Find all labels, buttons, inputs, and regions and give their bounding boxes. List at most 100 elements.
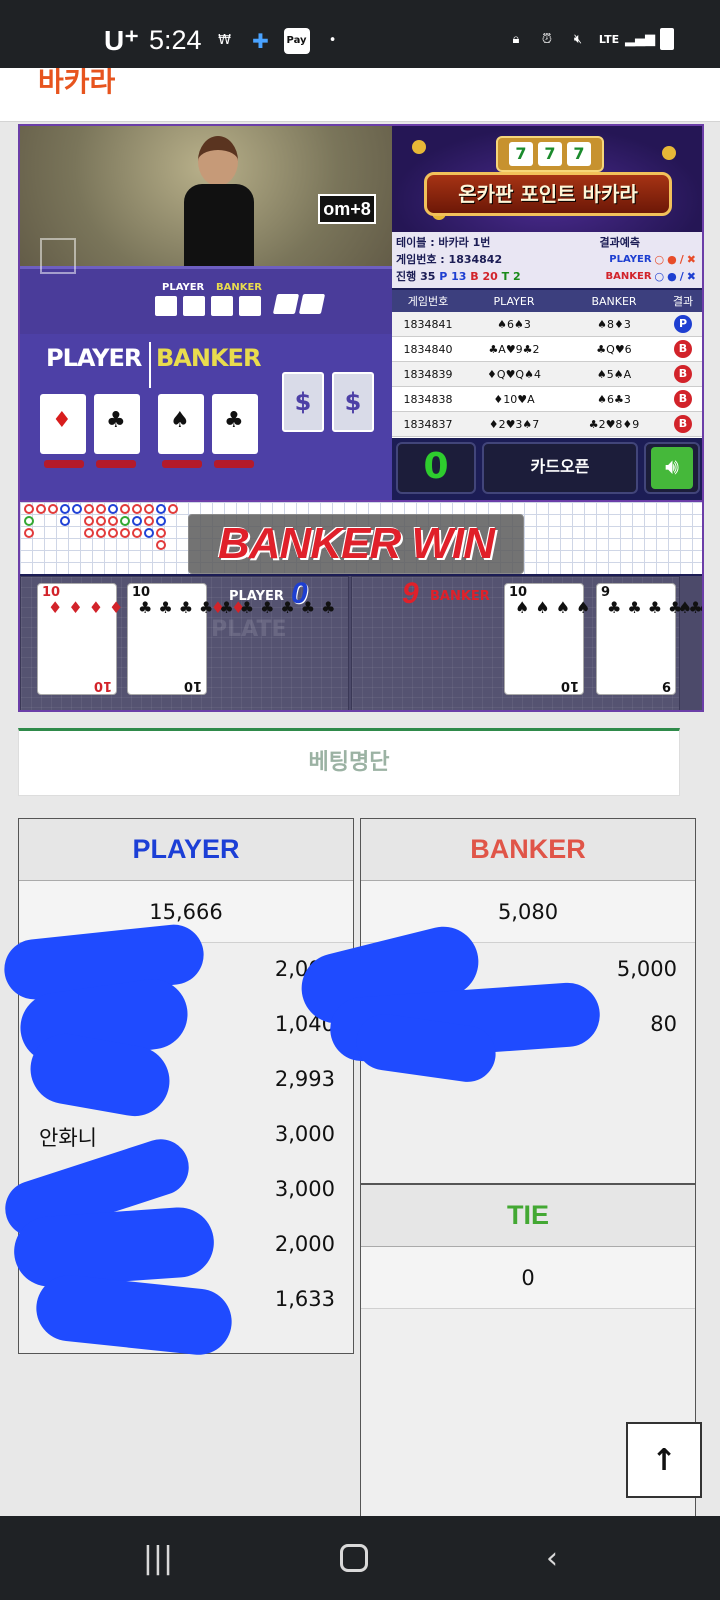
history-row: 1834840 ♣A♥9♣2 ♣Q♥6 B — [392, 337, 702, 362]
game-controls: 0 카드오픈 🔊︎ — [392, 438, 702, 500]
card-holder — [162, 460, 202, 468]
betting-list-title: 베팅명단 — [18, 728, 680, 796]
clock: 5:24 — [149, 25, 202, 55]
progress-count: 진행 35 — [396, 270, 436, 283]
card-shoe — [40, 238, 76, 274]
bead-road-mark — [120, 504, 130, 514]
scroll-top-button[interactable]: ↑ — [626, 1422, 702, 1498]
bead-road-mark — [60, 516, 70, 526]
slot-reel: 7 — [538, 142, 562, 166]
tie-count: T 2 — [501, 270, 521, 283]
bead-road-mark — [168, 504, 178, 514]
circle-outline-icon[interactable]: ○ — [655, 268, 665, 285]
overlay-banker-label: BANKER — [156, 344, 261, 372]
history-row: 1834837 ♦2♥3♠7 ♣2♥8♦9 B — [392, 412, 702, 437]
bead-road-mark — [156, 504, 166, 514]
alarm-icon: ⏰︎ — [541, 31, 553, 47]
bet-amount: 80 — [650, 1012, 677, 1036]
count-display: 0 — [396, 442, 476, 494]
history-col-result: 결과 — [672, 295, 694, 308]
bead-road-mark — [84, 516, 94, 526]
banner-title: 온카판 포인트 바카라 — [424, 172, 672, 216]
win-banner: BANKER WIN — [188, 514, 524, 574]
card-overlay: PLAYER BANKER $ $ — [20, 334, 392, 500]
bead-road-mark — [120, 516, 130, 526]
history-banker-cards: ♠5♠A — [596, 367, 632, 381]
recent-apps-button[interactable]: ||| — [128, 1536, 188, 1580]
card-rank: 10 — [183, 678, 202, 693]
player-card: 10♦♦♦♦♦♦♦♦♦♦10 — [37, 583, 245, 695]
player-column-header: PLAYER — [19, 819, 353, 881]
bead-road-mark — [72, 504, 82, 514]
result-badge: B — [674, 415, 692, 433]
bettor-name: 안화니 — [39, 1126, 97, 1150]
home-button[interactable] — [324, 1536, 384, 1580]
bead-road-mark — [120, 528, 130, 538]
chip-decoration — [412, 140, 426, 154]
history-player-cards: ♠6♠3 — [497, 317, 531, 331]
predict-player-label: PLAYER — [609, 254, 652, 265]
bead-road-mark — [96, 516, 106, 526]
dealer — [180, 136, 258, 286]
slot-machine-icon: 7 7 7 — [496, 136, 604, 172]
banker-result-panel: 9 BANKER 10♠♠♠♠♠♠♠♠♠♠10 9♣♣♣♣♣♣♣♣♣9 — [351, 576, 702, 710]
result-prediction-label: 결과예측 — [599, 236, 640, 249]
player-count: P 13 — [439, 270, 467, 283]
tie-total: 0 — [361, 1247, 695, 1309]
history-game-no: 1834839 — [403, 367, 453, 381]
history-col-no: 게임번호 — [407, 295, 449, 308]
bead-road-mark — [96, 504, 106, 514]
circle-outline-icon[interactable]: ○ — [655, 251, 665, 268]
history-player-cards: ♦10♥A — [493, 392, 535, 406]
bead-road-mark — [156, 516, 166, 526]
sound-button[interactable]: 🔊︎ — [644, 442, 700, 494]
plate-watermark: PLATE — [211, 617, 287, 642]
bead-road-mark — [108, 528, 118, 538]
history-col-player: PLAYER — [493, 294, 535, 308]
history-game-no: 1834841 — [403, 317, 453, 331]
history-banker-cards: ♣2♥8♦9 — [588, 417, 640, 431]
overlay-card — [212, 394, 258, 454]
card-rank: 10 — [560, 678, 579, 693]
history-player-cards: ♦Q♥Q♠4 — [487, 367, 541, 381]
card-suit-pips: ♠♠♠♠♠♠♠♠♠♠ — [515, 600, 702, 682]
card-suit-pips: ♣♣♣♣♣♣♣♣♣ — [607, 598, 702, 617]
tie-column-header: TIE — [361, 1185, 695, 1247]
bead-road-mark — [48, 504, 58, 514]
history-game-no: 1834838 — [403, 392, 453, 406]
bead-road-mark — [132, 528, 142, 538]
bet-amount: 2,993 — [274, 1067, 335, 1091]
bet-amount: 3,000 — [274, 1122, 335, 1146]
carrier-label: U⁺ — [104, 25, 139, 56]
history-banker-cards: ♣Q♥6 — [596, 342, 632, 356]
circle-filled-icon[interactable]: ● — [667, 251, 677, 268]
bead-road-mark — [108, 504, 118, 514]
back-button[interactable]: ‹ — [522, 1536, 582, 1580]
lte-icon: LTE — [598, 32, 620, 46]
history-table: 게임번호 PLAYER BANKER 결과 1834841 ♠6♠3 ♠8♦3 P 18… — [392, 290, 702, 438]
card-back: $ — [282, 372, 324, 432]
bead-road-mark — [84, 528, 94, 538]
slot-reel: 7 — [567, 142, 591, 166]
x-icon[interactable]: ✖ — [687, 251, 696, 268]
dot-icon: • — [328, 33, 337, 48]
slash-icon[interactable]: / — [680, 268, 684, 285]
circle-filled-icon[interactable]: ● — [667, 268, 677, 285]
history-player-cards: ♣A♥9♣2 — [488, 342, 540, 356]
card-rank: 9 — [661, 678, 671, 693]
bead-road-mark — [24, 528, 34, 538]
history-col-banker: BANKER — [591, 294, 637, 308]
card-open-button[interactable]: 카드오픈 — [482, 442, 638, 494]
x-icon[interactable]: ✖ — [687, 268, 696, 285]
bet-amount: 3,000 — [274, 1177, 335, 1201]
history-row: 1834841 ♠6♠3 ♠8♦3 P — [392, 312, 702, 337]
card-holder — [96, 460, 136, 468]
player-result-panel: PLATE PLAYER 0 10♦♦♦♦♦♦♦♦♦♦10 10♣♣♣♣♣♣♣♣… — [20, 576, 349, 710]
overlay-card — [40, 394, 86, 454]
slash-icon[interactable]: / — [680, 251, 684, 268]
bead-road-mark — [24, 516, 34, 526]
result-panel: PLATE PLAYER 0 10♦♦♦♦♦♦♦♦♦♦10 10♣♣♣♣♣♣♣♣… — [20, 576, 702, 710]
history-banker-cards: ♠6♣3 — [597, 392, 631, 406]
chip-decoration — [662, 146, 676, 160]
arrow-up-icon: ↑ — [651, 1442, 677, 1478]
